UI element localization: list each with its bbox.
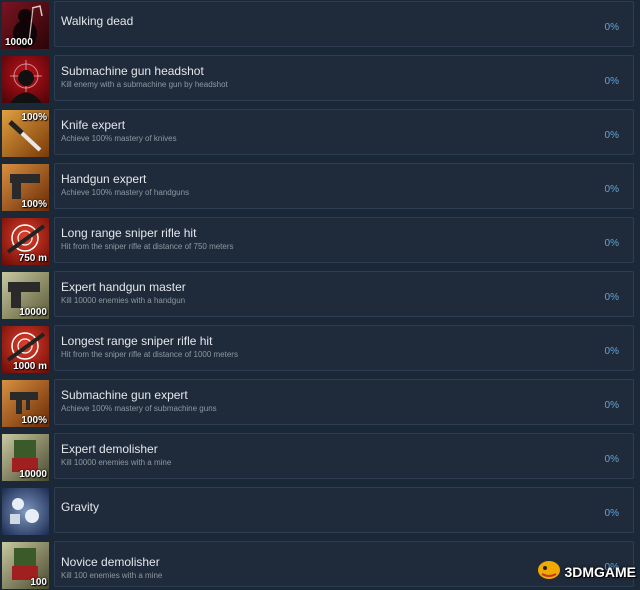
headshot-crosshair-icon: [2, 56, 49, 103]
achievement-title: Gravity: [61, 500, 100, 514]
achievement-title: Submachine gun headshot: [61, 64, 204, 78]
achievement-row[interactable]: Gravity 0%: [0, 486, 640, 536]
achievement-description: Achieve 100% mastery of knives: [61, 134, 177, 143]
achievement-description: Hit from the sniper rifle at distance of…: [61, 350, 238, 359]
achievement-title: Walking dead: [61, 14, 134, 28]
achievement-row[interactable]: 10000 Walking dead 0%: [0, 0, 640, 50]
achievement-panel: Expert handgun master Kill 10000 enemies…: [54, 271, 634, 317]
dragon-logo-icon: [536, 558, 562, 585]
achievement-description: Achieve 100% mastery of handguns: [61, 188, 190, 197]
achievement-percent: 0%: [604, 184, 619, 195]
sniper-target-icon: 1000 m: [2, 326, 49, 373]
achievement-percent: 0%: [604, 346, 619, 357]
achievement-description: Achieve 100% mastery of submachine guns: [61, 404, 217, 413]
achievement-title: Expert handgun master: [61, 280, 186, 294]
achievement-percent: 0%: [604, 130, 619, 141]
achievement-badge: 750 m: [18, 253, 47, 264]
achievement-row[interactable]: 100% Handgun expert Achieve 100% mastery…: [0, 162, 640, 212]
achievement-panel: Submachine gun expert Achieve 100% maste…: [54, 379, 634, 425]
achievement-percent: 0%: [604, 400, 619, 411]
achievement-badge: 100%: [21, 112, 47, 123]
achievement-description: Kill 10000 enemies with a mine: [61, 458, 172, 467]
achievement-panel: Gravity 0%: [54, 487, 634, 533]
mine-icon: 100: [2, 542, 49, 589]
achievement-title: Knife expert: [61, 118, 126, 132]
achievement-description: Kill enemy with a submachine gun by head…: [61, 80, 228, 89]
achievement-title: Novice demolisher: [61, 555, 160, 569]
achievement-row[interactable]: 10000 Expert demolisher Kill 10000 enemi…: [0, 432, 640, 482]
achievement-percent: 0%: [604, 292, 619, 303]
achievement-percent: 0%: [604, 508, 619, 519]
achievement-panel: Handgun expert Achieve 100% mastery of h…: [54, 163, 634, 209]
zombie-reaper-icon: 10000: [2, 2, 49, 49]
achievement-badge: 100%: [21, 415, 47, 426]
achievement-description: Kill 10000 enemies with a handgun: [61, 296, 186, 305]
achievement-description: Hit from the sniper rifle at distance of…: [61, 242, 234, 251]
knife-icon: 100%: [2, 110, 49, 157]
watermark: 3DMGAME: [536, 558, 636, 585]
achievement-badge: 10000: [5, 37, 33, 48]
achievement-row[interactable]: 750 m Long range sniper rifle hit Hit fr…: [0, 216, 640, 266]
achievement-title: Expert demolisher: [61, 442, 158, 456]
achievement-row[interactable]: 100% Knife expert Achieve 100% mastery o…: [0, 108, 640, 158]
watermark-text: 3DMGAME: [564, 563, 636, 580]
achievement-panel: Walking dead 0%: [54, 1, 634, 47]
achievement-row[interactable]: 1000 m Longest range sniper rifle hit Hi…: [0, 324, 640, 374]
achievement-badge: 100: [30, 577, 47, 588]
achievement-panel: Knife expert Achieve 100% mastery of kni…: [54, 109, 634, 155]
handgun-icon: 10000: [2, 272, 49, 319]
achievement-panel: Longest range sniper rifle hit Hit from …: [54, 325, 634, 371]
achievement-panel: Expert demolisher Kill 10000 enemies wit…: [54, 433, 634, 479]
achievement-title: Long range sniper rifle hit: [61, 226, 197, 240]
submachine-gun-icon: 100%: [2, 380, 49, 427]
achievement-panel: Long range sniper rifle hit Hit from the…: [54, 217, 634, 263]
sniper-target-icon: 750 m: [2, 218, 49, 265]
achievement-title: Longest range sniper rifle hit: [61, 334, 213, 348]
achievement-percent: 0%: [604, 238, 619, 249]
achievement-title: Submachine gun expert: [61, 388, 188, 402]
achievement-badge: 10000: [19, 307, 47, 318]
achievement-badge: 100%: [21, 199, 47, 210]
falling-bodies-icon: [2, 488, 49, 535]
mine-icon: 10000: [2, 434, 49, 481]
achievement-row[interactable]: 10000 Expert handgun master Kill 10000 e…: [0, 270, 640, 320]
achievement-badge: 1000 m: [13, 361, 47, 372]
achievement-badge: 10000: [19, 469, 47, 480]
achievement-percent: 0%: [604, 76, 619, 87]
achievement-row[interactable]: 100% Submachine gun expert Achieve 100% …: [0, 378, 640, 428]
achievement-percent: 0%: [604, 22, 619, 33]
handgun-icon: 100%: [2, 164, 49, 211]
achievement-title: Handgun expert: [61, 172, 147, 186]
achievement-percent: 0%: [604, 454, 619, 465]
achievement-description: Kill 100 enemies with a mine: [61, 571, 163, 580]
achievement-row[interactable]: Submachine gun headshot Kill enemy with …: [0, 54, 640, 104]
achievement-panel: Submachine gun headshot Kill enemy with …: [54, 55, 634, 101]
